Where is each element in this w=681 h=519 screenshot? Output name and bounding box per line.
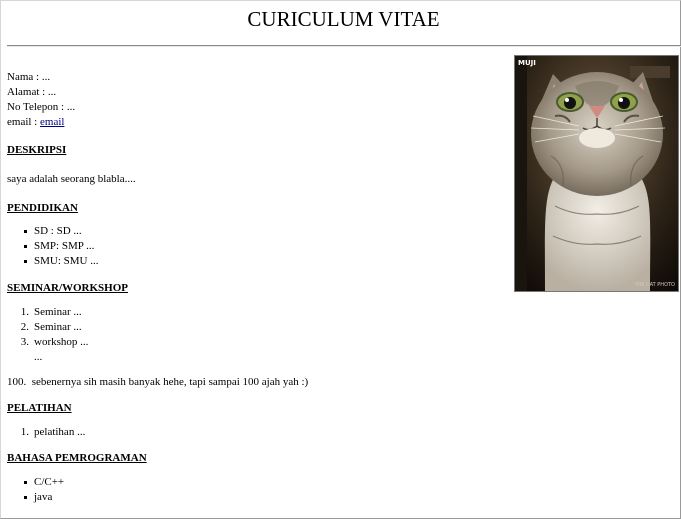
list-item: 1. Seminar ... (21, 305, 88, 320)
cat-photo-icon (515, 56, 678, 291)
alamat-line: Alamat : ... (7, 86, 57, 98)
title-divider (7, 45, 681, 47)
list-item-text: java (34, 491, 53, 503)
bahasa-heading: BAHASA PEMROGRAMAN (7, 452, 147, 464)
list-item-text: SD : SD ... (34, 225, 82, 237)
list-item: 2. Seminar ... (21, 320, 88, 335)
list-number: 1. (20, 306, 29, 318)
list-number: 3. (20, 336, 29, 348)
profile-photo: MUJI THE CAT PHOTO (514, 55, 679, 292)
list-number: 100. (7, 376, 27, 388)
deskripsi-text: saya adalah seorang blabla.... (7, 173, 136, 185)
list-ellipsis: ... (34, 351, 43, 363)
deskripsi-heading: DESKRIPSI (7, 144, 67, 156)
list-item-text: pelatihan ... (34, 426, 86, 438)
pelatihan-list: 1. pelatihan ... (21, 425, 86, 440)
bullet-marker (24, 245, 27, 248)
list-item: java (24, 490, 64, 505)
email-label: email : (7, 116, 40, 128)
pendidikan-list: SD : SD ... SMP: SMP ... SMU: SMU ... (24, 224, 99, 269)
nama-line: Nama : ... (7, 71, 51, 83)
telepon-line: No Telepon : ... (7, 101, 76, 113)
list-item-text: C/C++ (34, 476, 65, 488)
bullet-marker (24, 230, 27, 233)
bullet-marker (24, 260, 27, 263)
list-number: 1. (20, 426, 29, 438)
email-link[interactable]: email (40, 116, 64, 128)
list-item: ... (34, 350, 88, 365)
list-number: 2. (20, 321, 29, 333)
list-item: SMP: SMP ... (24, 239, 99, 254)
seminar-list: 1. Seminar ... 2. Seminar ... 3. workshop .… (21, 305, 89, 365)
list-item-text: sebenernya sih masih banyak hehe, tapi s… (31, 376, 309, 388)
contact-info: Nama : ... Alamat : ... No Telepon : ...… (7, 70, 75, 130)
list-item-text: Seminar ... (34, 306, 82, 318)
photo-caption-bottom: THE CAT PHOTO (634, 282, 675, 288)
photo-caption-top: MUJI (518, 59, 536, 67)
bullet-marker (24, 496, 27, 499)
list-item-text: SMU: SMU ... (34, 255, 99, 267)
bullet-marker (24, 481, 27, 484)
list-item: SMU: SMU ... (24, 254, 99, 269)
list-item-text: workshop ... (34, 336, 89, 348)
seminar-heading: SEMINAR/WORKSHOP (7, 282, 129, 294)
bahasa-list: C/C++ java (24, 475, 65, 505)
pelatihan-heading: PELATIHAN (7, 402, 72, 414)
list-item: C/C++ (24, 475, 65, 490)
list-item-text: Seminar ... (34, 321, 82, 333)
list-item: 1. pelatihan ... (21, 425, 86, 440)
page-title: CURICULUM VITAE (247, 7, 440, 31)
list-item: 3. workshop ... (21, 335, 89, 350)
list-item-text: SMP: SMP ... (34, 240, 95, 252)
email-line: email : email (7, 115, 75, 130)
pendidikan-heading: PENDIDIKAN (7, 202, 78, 214)
seminar-last-item: 100. sebenernya sih masih banyak hehe, t… (7, 375, 308, 389)
list-item: SD : SD ... (24, 224, 99, 239)
